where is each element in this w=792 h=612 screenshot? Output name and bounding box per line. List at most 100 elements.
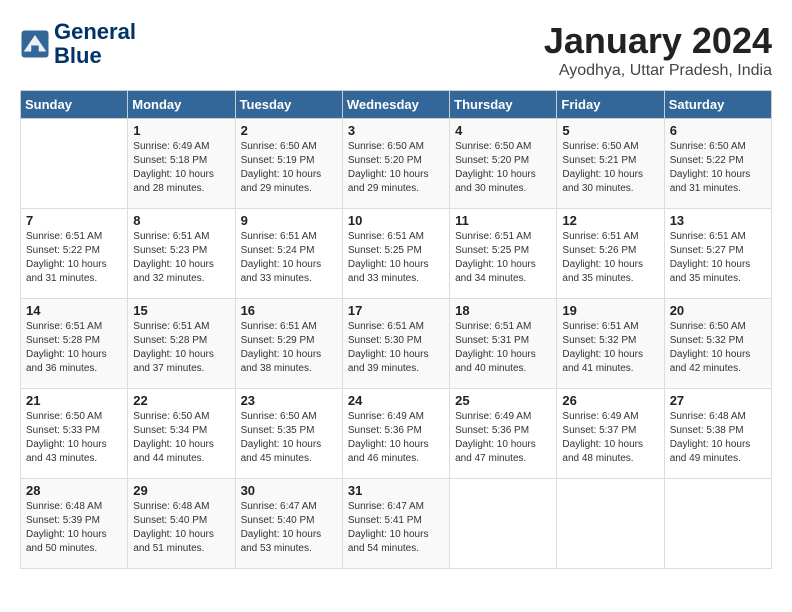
day-info: Sunrise: 6:51 AMSunset: 5:23 PMDaylight:… xyxy=(133,230,229,286)
calendar-cell: 30 Sunrise: 6:47 AMSunset: 5:40 PMDayligh… xyxy=(235,479,342,569)
month-title: January 2024 xyxy=(544,20,772,62)
day-info: Sunrise: 6:51 AMSunset: 5:28 PMDaylight:… xyxy=(26,320,122,376)
day-info: Sunrise: 6:51 AMSunset: 5:29 PMDaylight:… xyxy=(241,320,337,376)
weekday-header-row: SundayMondayTuesdayWednesdayThursdayFrid… xyxy=(21,91,772,119)
calendar-cell: 9Sunrise: 6:51 AMSunset: 5:24 PMDaylight… xyxy=(235,209,342,299)
calendar-cell: 3Sunrise: 6:50 AMSunset: 5:20 PMDaylight… xyxy=(342,119,449,209)
calendar-cell: 4 Sunrise: 6:50 AMSunset: 5:20 PMDaylight… xyxy=(450,119,557,209)
day-info: Sunrise: 6:49 AMSunset: 5:18 PMDaylight:… xyxy=(133,140,229,196)
calendar-cell: 23Sunrise: 6:50 AMSunset: 5:35 PMDayligh… xyxy=(235,389,342,479)
calendar-cell: 20 Sunrise: 6:50 AMSunset: 5:32 PMDayligh… xyxy=(664,299,771,389)
day-number: 22 xyxy=(133,393,229,408)
calendar-table: SundayMondayTuesdayWednesdayThursdayFrid… xyxy=(20,90,772,569)
calendar-cell: 25Sunrise: 6:49 AMSunset: 5:36 PMDayligh… xyxy=(450,389,557,479)
day-number: 10 xyxy=(348,213,444,228)
calendar-cell xyxy=(21,119,128,209)
day-number: 18 xyxy=(455,303,551,318)
calendar-cell: 12 Sunrise: 6:51 AMSunset: 5:26 PMDayligh… xyxy=(557,209,664,299)
calendar-cell: 8 Sunrise: 6:51 AMSunset: 5:23 PMDaylight… xyxy=(128,209,235,299)
day-number: 4 xyxy=(455,123,551,138)
calendar-cell: 27Sunrise: 6:48 AMSunset: 5:38 PMDayligh… xyxy=(664,389,771,479)
day-number: 12 xyxy=(562,213,658,228)
day-number: 28 xyxy=(26,483,122,498)
day-info: Sunrise: 6:50 AMSunset: 5:34 PMDaylight:… xyxy=(133,410,229,466)
calendar-cell: 11 Sunrise: 6:51 AMSunset: 5:25 PMDayligh… xyxy=(450,209,557,299)
week-row-5: 28 Sunrise: 6:48 AMSunset: 5:39 PMDayligh… xyxy=(21,479,772,569)
day-number: 13 xyxy=(670,213,766,228)
day-info: Sunrise: 6:51 AMSunset: 5:32 PMDaylight:… xyxy=(562,320,658,376)
day-number: 21 xyxy=(26,393,122,408)
day-number: 30 xyxy=(241,483,337,498)
calendar-cell xyxy=(450,479,557,569)
day-number: 8 xyxy=(133,213,229,228)
week-row-1: 1 Sunrise: 6:49 AMSunset: 5:18 PMDaylight… xyxy=(21,119,772,209)
calendar-cell: 28 Sunrise: 6:48 AMSunset: 5:39 PMDayligh… xyxy=(21,479,128,569)
day-number: 6 xyxy=(670,123,766,138)
weekday-header-sunday: Sunday xyxy=(21,91,128,119)
week-row-4: 21Sunrise: 6:50 AMSunset: 5:33 PMDayligh… xyxy=(21,389,772,479)
calendar-cell: 29 Sunrise: 6:48 AMSunset: 5:40 PMDayligh… xyxy=(128,479,235,569)
day-info: Sunrise: 6:50 AMSunset: 5:20 PMDaylight:… xyxy=(455,140,551,196)
day-info: Sunrise: 6:50 AMSunset: 5:32 PMDaylight:… xyxy=(670,320,766,376)
week-row-3: 14 Sunrise: 6:51 AMSunset: 5:28 PMDayligh… xyxy=(21,299,772,389)
calendar-cell: 1 Sunrise: 6:49 AMSunset: 5:18 PMDaylight… xyxy=(128,119,235,209)
day-info: Sunrise: 6:51 AMSunset: 5:25 PMDaylight:… xyxy=(348,230,444,286)
day-info: Sunrise: 6:50 AMSunset: 5:19 PMDaylight:… xyxy=(241,140,337,196)
calendar-cell: 2 Sunrise: 6:50 AMSunset: 5:19 PMDaylight… xyxy=(235,119,342,209)
day-info: Sunrise: 6:51 AMSunset: 5:31 PMDaylight:… xyxy=(455,320,551,376)
calendar-cell: 5Sunrise: 6:50 AMSunset: 5:21 PMDaylight… xyxy=(557,119,664,209)
day-number: 5 xyxy=(562,123,658,138)
page-header: General Blue January 2024 Ayodhya, Uttar… xyxy=(20,20,772,80)
day-number: 11 xyxy=(455,213,551,228)
week-row-2: 7 Sunrise: 6:51 AMSunset: 5:22 PMDaylight… xyxy=(21,209,772,299)
day-info: Sunrise: 6:51 AMSunset: 5:27 PMDaylight:… xyxy=(670,230,766,286)
calendar-cell: 31 Sunrise: 6:47 AMSunset: 5:41 PMDayligh… xyxy=(342,479,449,569)
calendar-cell: 6 Sunrise: 6:50 AMSunset: 5:22 PMDaylight… xyxy=(664,119,771,209)
day-number: 31 xyxy=(348,483,444,498)
logo-line2: Blue xyxy=(54,44,136,68)
calendar-cell: 21Sunrise: 6:50 AMSunset: 5:33 PMDayligh… xyxy=(21,389,128,479)
calendar-cell: 26 Sunrise: 6:49 AMSunset: 5:37 PMDayligh… xyxy=(557,389,664,479)
day-number: 2 xyxy=(241,123,337,138)
day-info: Sunrise: 6:47 AMSunset: 5:40 PMDaylight:… xyxy=(241,500,337,556)
calendar-cell: 16 Sunrise: 6:51 AMSunset: 5:29 PMDayligh… xyxy=(235,299,342,389)
logo-line1: General xyxy=(54,20,136,44)
day-info: Sunrise: 6:48 AMSunset: 5:40 PMDaylight:… xyxy=(133,500,229,556)
weekday-header-saturday: Saturday xyxy=(664,91,771,119)
day-number: 1 xyxy=(133,123,229,138)
title-block: January 2024 Ayodhya, Uttar Pradesh, Ind… xyxy=(544,20,772,80)
day-number: 29 xyxy=(133,483,229,498)
location-title: Ayodhya, Uttar Pradesh, India xyxy=(544,62,772,80)
calendar-cell: 19 Sunrise: 6:51 AMSunset: 5:32 PMDayligh… xyxy=(557,299,664,389)
logo-icon xyxy=(20,29,50,59)
day-number: 15 xyxy=(133,303,229,318)
calendar-cell xyxy=(557,479,664,569)
day-info: Sunrise: 6:47 AMSunset: 5:41 PMDaylight:… xyxy=(348,500,444,556)
day-number: 14 xyxy=(26,303,122,318)
day-number: 9 xyxy=(241,213,337,228)
day-number: 7 xyxy=(26,213,122,228)
day-info: Sunrise: 6:48 AMSunset: 5:39 PMDaylight:… xyxy=(26,500,122,556)
calendar-cell: 24Sunrise: 6:49 AMSunset: 5:36 PMDayligh… xyxy=(342,389,449,479)
calendar-cell: 10 Sunrise: 6:51 AMSunset: 5:25 PMDayligh… xyxy=(342,209,449,299)
day-info: Sunrise: 6:50 AMSunset: 5:35 PMDaylight:… xyxy=(241,410,337,466)
day-info: Sunrise: 6:51 AMSunset: 5:26 PMDaylight:… xyxy=(562,230,658,286)
calendar-cell: 18 Sunrise: 6:51 AMSunset: 5:31 PMDayligh… xyxy=(450,299,557,389)
day-number: 20 xyxy=(670,303,766,318)
calendar-cell xyxy=(664,479,771,569)
day-number: 27 xyxy=(670,393,766,408)
day-info: Sunrise: 6:51 AMSunset: 5:30 PMDaylight:… xyxy=(348,320,444,376)
day-info: Sunrise: 6:51 AMSunset: 5:22 PMDaylight:… xyxy=(26,230,122,286)
day-info: Sunrise: 6:50 AMSunset: 5:22 PMDaylight:… xyxy=(670,140,766,196)
day-number: 26 xyxy=(562,393,658,408)
day-number: 19 xyxy=(562,303,658,318)
day-info: Sunrise: 6:51 AMSunset: 5:25 PMDaylight:… xyxy=(455,230,551,286)
day-number: 16 xyxy=(241,303,337,318)
day-number: 24 xyxy=(348,393,444,408)
calendar-cell: 22 Sunrise: 6:50 AMSunset: 5:34 PMDayligh… xyxy=(128,389,235,479)
day-info: Sunrise: 6:49 AMSunset: 5:36 PMDaylight:… xyxy=(455,410,551,466)
day-info: Sunrise: 6:51 AMSunset: 5:28 PMDaylight:… xyxy=(133,320,229,376)
weekday-header-wednesday: Wednesday xyxy=(342,91,449,119)
day-info: Sunrise: 6:49 AMSunset: 5:37 PMDaylight:… xyxy=(562,410,658,466)
calendar-cell: 17Sunrise: 6:51 AMSunset: 5:30 PMDayligh… xyxy=(342,299,449,389)
